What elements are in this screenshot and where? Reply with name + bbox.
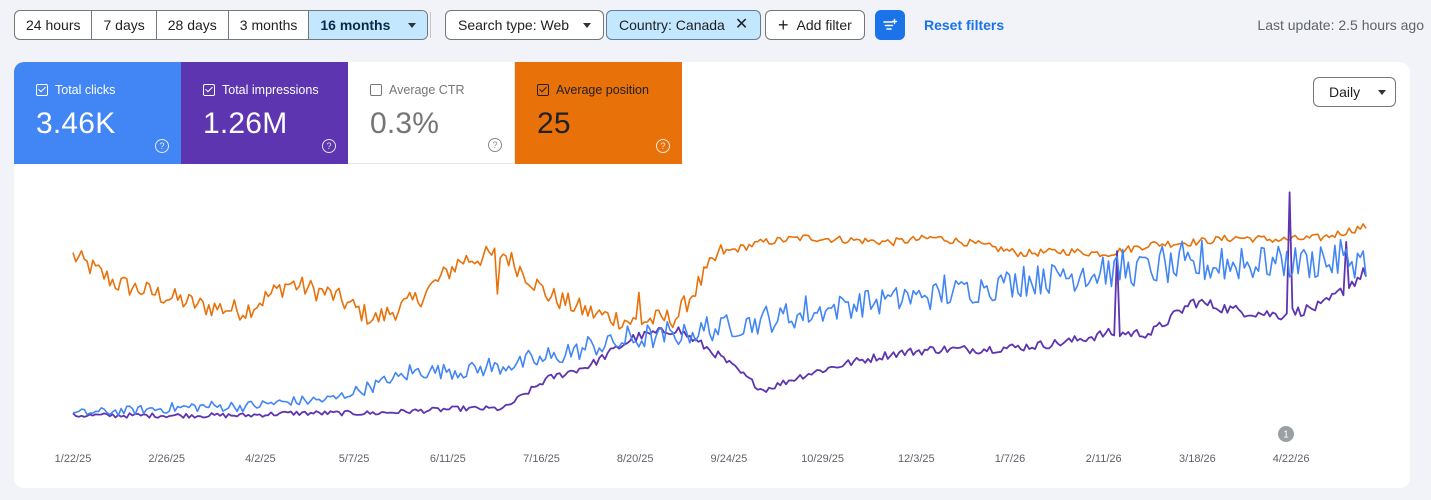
x-tick-label: 4/2/25 (245, 453, 276, 465)
country-filter[interactable]: Country: Canada ✕ (606, 10, 762, 40)
filter-bar: 24 hours 7 days 28 days 3 months 16 mont… (0, 0, 1431, 50)
help-icon[interactable]: ? (488, 138, 502, 152)
checkbox-icon[interactable] (36, 84, 48, 96)
range-3-months[interactable]: 3 months (229, 11, 310, 39)
metric-ctr-header: Average CTR (370, 82, 514, 98)
chevron-down-icon (1378, 89, 1387, 95)
range-16-months-label: 16 months (320, 17, 391, 33)
x-tick-label: 3/18/26 (1179, 453, 1216, 465)
metric-total-clicks[interactable]: Total clicks 3.46K ? (14, 62, 181, 164)
search-type-label: Search type: Web (458, 17, 570, 33)
x-tick-label: 4/22/26 (1273, 453, 1310, 465)
x-tick-label: 2/26/25 (148, 453, 185, 465)
range-24-hours[interactable]: 24 hours (15, 11, 93, 39)
annotation-label: 1 (1283, 430, 1289, 441)
last-update-text: Last update: 2.5 hours ago (1257, 17, 1424, 33)
x-tick-label: 7/16/25 (523, 453, 560, 465)
close-icon[interactable]: ✕ (735, 17, 748, 33)
chevron-down-icon (408, 22, 417, 28)
country-filter-label: Country: Canada (619, 17, 725, 33)
metric-label: Average position (556, 83, 649, 97)
metric-impressions-header: Total impressions (203, 82, 348, 98)
checkbox-icon[interactable] (370, 84, 382, 96)
plus-icon: + (778, 15, 789, 35)
range-28-days[interactable]: 28 days (157, 11, 229, 39)
metric-clicks-header: Total clicks (36, 82, 181, 98)
metric-label: Total clicks (55, 83, 116, 97)
checkbox-icon[interactable] (537, 84, 549, 96)
x-tick-label: 1/22/25 (55, 453, 92, 465)
granularity-label: Daily (1329, 84, 1361, 100)
help-icon[interactable]: ? (155, 139, 169, 153)
x-tick-label: 6/11/25 (430, 453, 466, 465)
performance-card: 1/22/25 2/26/25 4/2/25 5/7/25 6/11/25 7/16/25… (14, 62, 1410, 488)
chevron-down-icon (583, 22, 592, 28)
help-icon[interactable]: ? (322, 139, 336, 153)
metric-position-header: Average position (537, 82, 682, 98)
x-tick-label: 10/29/25 (801, 453, 844, 465)
divider (430, 12, 431, 38)
range-16-months[interactable]: 16 months (309, 11, 428, 39)
help-icon[interactable]: ? (656, 139, 670, 153)
add-filter-label: Add filter (796, 17, 852, 33)
x-tick-label: 9/24/25 (711, 453, 748, 465)
metric-average-position[interactable]: Average position 25 ? (515, 62, 682, 164)
x-tick-label: 1/7/26 (995, 453, 1026, 465)
metric-label: Total impressions (222, 83, 319, 97)
granularity-dropdown[interactable]: Daily (1313, 77, 1396, 107)
metric-value: 3.46K (36, 107, 116, 140)
range-7-days[interactable]: 7 days (92, 11, 157, 39)
x-tick-label: 5/7/25 (339, 453, 370, 465)
filter-list-icon (883, 18, 898, 30)
series-line-total-clicks[interactable] (72, 238, 1367, 417)
metric-total-impressions[interactable]: Total impressions 1.26M ? (181, 62, 348, 164)
x-tick-label: 12/3/25 (898, 453, 935, 465)
metric-average-ctr[interactable]: Average CTR 0.3% ? (348, 62, 515, 164)
x-tick-label: 8/20/25 (617, 453, 654, 465)
search-type-filter[interactable]: Search type: Web (445, 10, 605, 40)
series-line-total-impressions[interactable] (72, 191, 1367, 419)
checkbox-icon[interactable] (203, 84, 215, 96)
metric-label: Average CTR (389, 83, 465, 97)
metric-value: 1.26M (203, 107, 288, 140)
filter-options-button[interactable] (875, 10, 905, 40)
add-filter-button[interactable]: + Add filter (765, 10, 865, 40)
metric-value: 0.3% (370, 107, 440, 140)
x-tick-label: 2/11/26 (1086, 453, 1122, 465)
reset-filters-link[interactable]: Reset filters (924, 17, 1004, 33)
annotation-marker[interactable]: 1 (1278, 426, 1294, 442)
metric-value: 25 (537, 107, 571, 140)
date-range-selector: 24 hours 7 days 28 days 3 months 16 mont… (14, 10, 429, 40)
